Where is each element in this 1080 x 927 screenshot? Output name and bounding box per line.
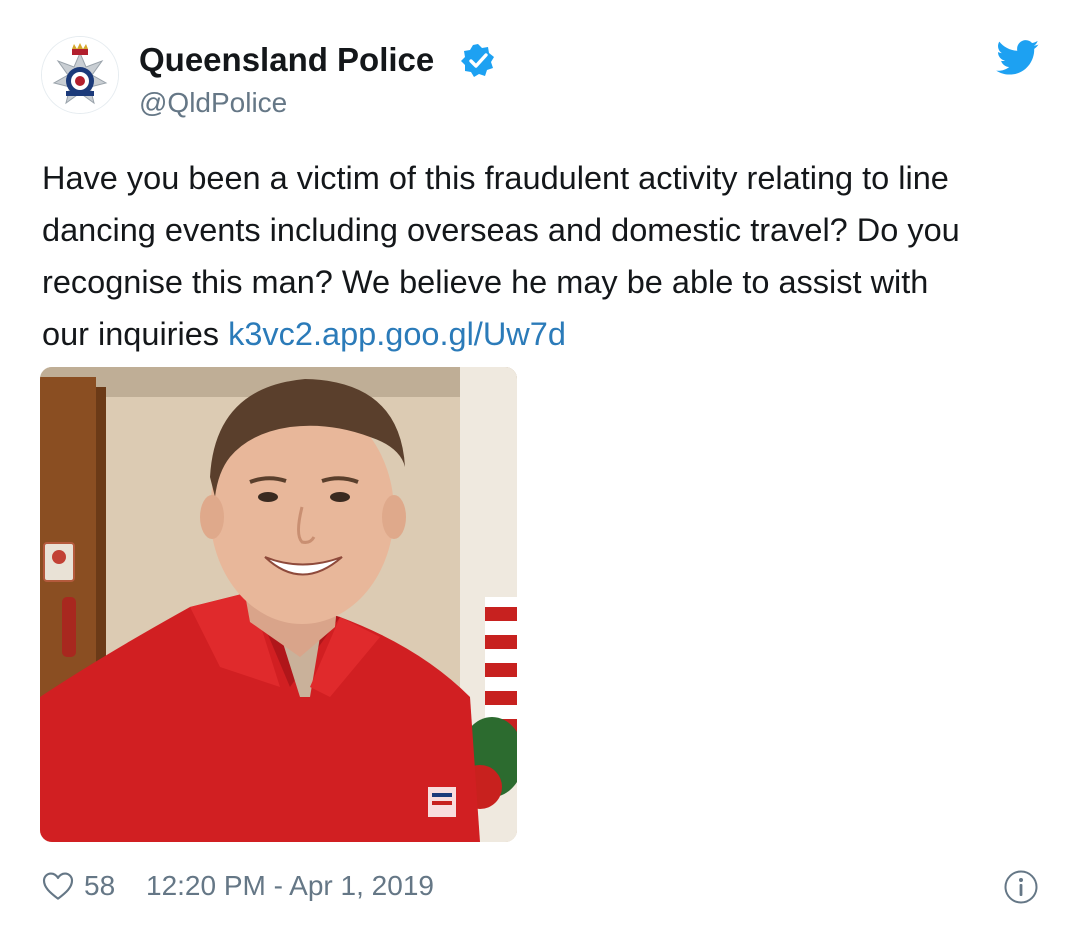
tweet-text-line-start: our inquiries [42,316,229,352]
tweet-text-line: recognise this man? We believe he may be… [42,264,929,300]
tweet-text-line-last: our inquiries k3vc2.app.goo.gl/Uw7d [42,308,1052,360]
author-handle[interactable]: @QldPolice [139,86,287,120]
tweet-link[interactable]: k3vc2.app.goo.gl/Uw7d [228,316,566,352]
tweet-text: Have you been a victim of this fraudulen… [42,152,1052,360]
author-display-name[interactable]: Queensland Police [139,40,434,80]
like-count: 58 [84,870,116,901]
tweet-photo[interactable] [40,367,517,842]
twitter-bird-icon[interactable] [996,40,1040,76]
author-avatar[interactable] [42,37,118,113]
police-badge-icon [42,37,118,113]
tweet-timestamp[interactable]: 12:20 PM - Apr 1, 2019 [146,868,434,904]
tweet-text-line: dancing events including overseas and do… [42,212,960,248]
photo-of-man-in-red-shirt [40,367,517,842]
heart-icon [42,872,74,900]
tweet-card: Queensland Police @QldPolice Have you be… [0,0,1080,927]
info-icon[interactable] [1003,869,1039,905]
verified-badge-icon [459,42,497,80]
tweet-text-line: Have you been a victim of this fraudulen… [42,160,949,196]
like-button[interactable]: 58 [42,868,115,904]
